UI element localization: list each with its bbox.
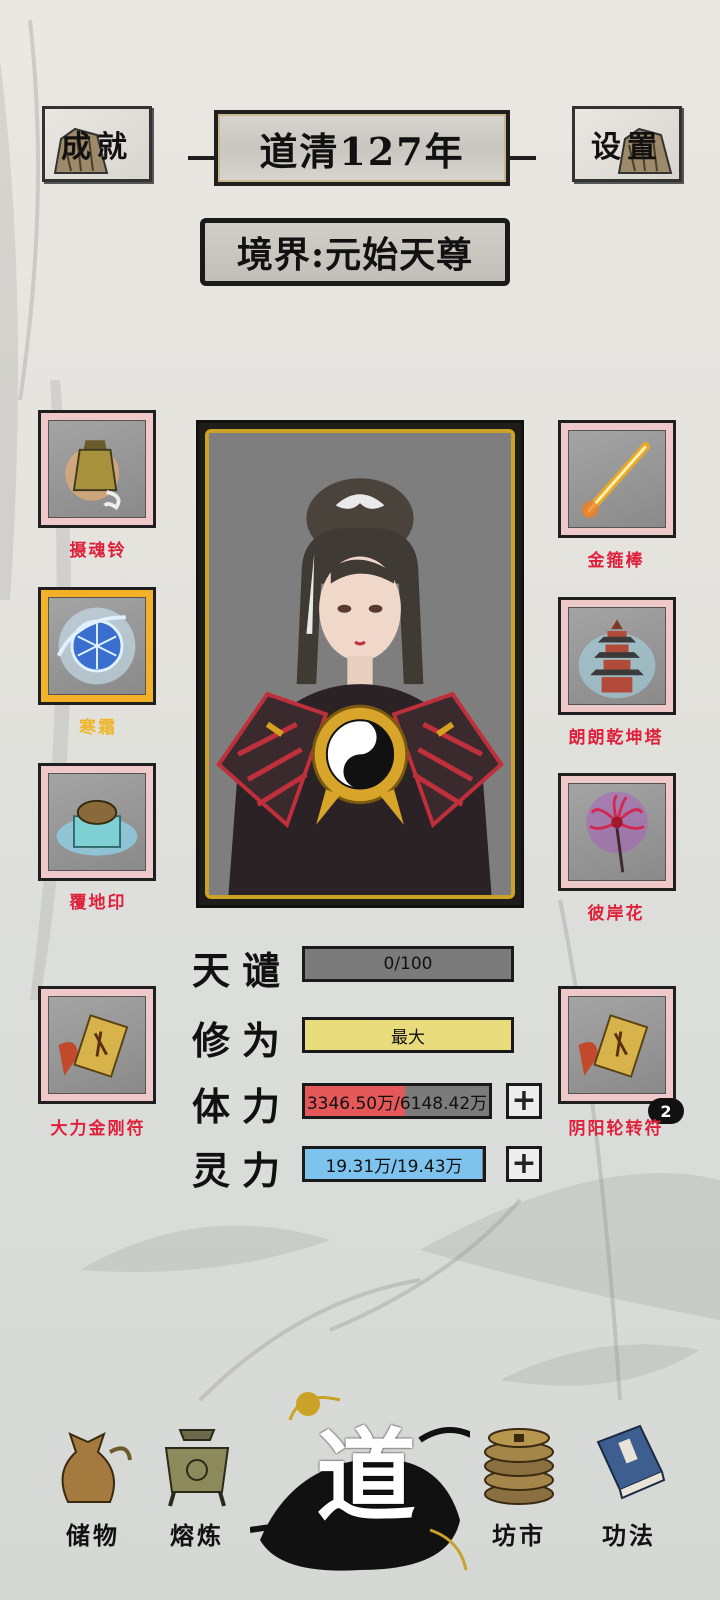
nav-dao-label: 道	[316, 1417, 416, 1535]
nav-market-label: 坊市	[492, 1521, 546, 1550]
character-figure	[209, 433, 511, 895]
year-plaque: 道清127年	[214, 110, 510, 186]
equip-label-left-3: 覆地印	[69, 893, 127, 913]
realm-plaque: 境界:元始天尊	[200, 218, 510, 286]
equip-slot-right-1[interactable]	[558, 420, 676, 538]
nav-dao-center-button[interactable]: 道	[250, 1380, 470, 1580]
cauldron-icon	[164, 1429, 230, 1507]
achievements-label: 成就	[61, 130, 133, 165]
stamina-value: 3346.50万/6148.42万	[306, 1093, 488, 1114]
stamina-bar: 3346.50万/6148.42万	[302, 1083, 492, 1119]
pagoda-icon	[578, 619, 656, 699]
equip-label-right-3: 彼岸花	[587, 904, 645, 924]
nav-market[interactable]: 坊市	[474, 1412, 564, 1562]
tribulation-label: 天谴	[192, 948, 293, 993]
golden-staff-icon	[581, 442, 651, 519]
talisman-scroll-icon	[578, 1014, 649, 1078]
nav-techniques-label: 功法	[602, 1521, 656, 1550]
spirit-bar: 19.31万/19.43万	[302, 1146, 486, 1182]
plaque-bar-right	[508, 156, 536, 160]
character-portrait	[205, 429, 515, 899]
stamina-plus-button[interactable]: +	[506, 1083, 542, 1119]
equip-slot-right-4[interactable]	[558, 986, 676, 1104]
equip-slot-left-3[interactable]	[38, 763, 156, 881]
achievements-button[interactable]: 成就	[42, 106, 152, 182]
spirit-label: 灵力	[192, 1148, 293, 1193]
pouch-icon	[61, 1432, 132, 1503]
cultivation-bar: 最大	[302, 1017, 514, 1053]
turtle-seal-icon	[56, 799, 138, 856]
equip-slot-left-1[interactable]	[38, 410, 156, 528]
tribulation-bar: 0/100	[302, 946, 514, 982]
equip-slot-right-3[interactable]	[558, 773, 676, 891]
equip-slot-left-4[interactable]	[38, 986, 156, 1104]
red-spider-lily-icon	[586, 791, 648, 873]
tribulation-value: 0/100	[383, 954, 433, 974]
book-icon	[596, 1424, 666, 1500]
equip-label-left-2: 寒霜	[79, 718, 117, 738]
coin-stack-icon	[484, 1428, 554, 1505]
talisman-scroll-icon	[58, 1014, 129, 1078]
cultivation-label: 修为	[192, 1018, 293, 1063]
equip-slot-right-2[interactable]	[558, 597, 676, 715]
nav-forge[interactable]: 熔炼	[152, 1412, 242, 1562]
nav-storage[interactable]: 储物	[48, 1412, 138, 1562]
cultivation-value: 最大	[391, 1027, 425, 1048]
plaque-bar-left	[188, 156, 216, 160]
nav-storage-label: 储物	[66, 1521, 120, 1550]
character-portrait-frame[interactable]	[196, 420, 524, 908]
equip-label-left-4: 大力金刚符	[50, 1119, 146, 1139]
bell-icon	[65, 440, 121, 511]
spirit-plus-button[interactable]: +	[506, 1146, 542, 1182]
frost-orb-icon	[56, 607, 136, 685]
equip-label-right-4: 阴阳轮转符	[568, 1119, 664, 1139]
equip-label-right-1: 金箍棒	[587, 551, 645, 571]
equip-slot-left-2[interactable]	[38, 587, 156, 705]
spirit-value: 19.31万/19.43万	[325, 1156, 463, 1177]
realm-title: 境界:元始天尊	[236, 234, 474, 276]
stamina-label: 体力	[192, 1084, 293, 1129]
year-title: 道清127年	[259, 128, 465, 174]
nav-techniques[interactable]: 功法	[584, 1412, 674, 1562]
equip-label-left-1: 摄魂铃	[69, 541, 127, 561]
equip-label-right-2: 朗朗乾坤塔	[568, 728, 664, 748]
settings-button[interactable]: 设置	[572, 106, 682, 182]
nav-forge-label: 熔炼	[170, 1521, 224, 1550]
settings-label: 设置	[591, 130, 663, 165]
